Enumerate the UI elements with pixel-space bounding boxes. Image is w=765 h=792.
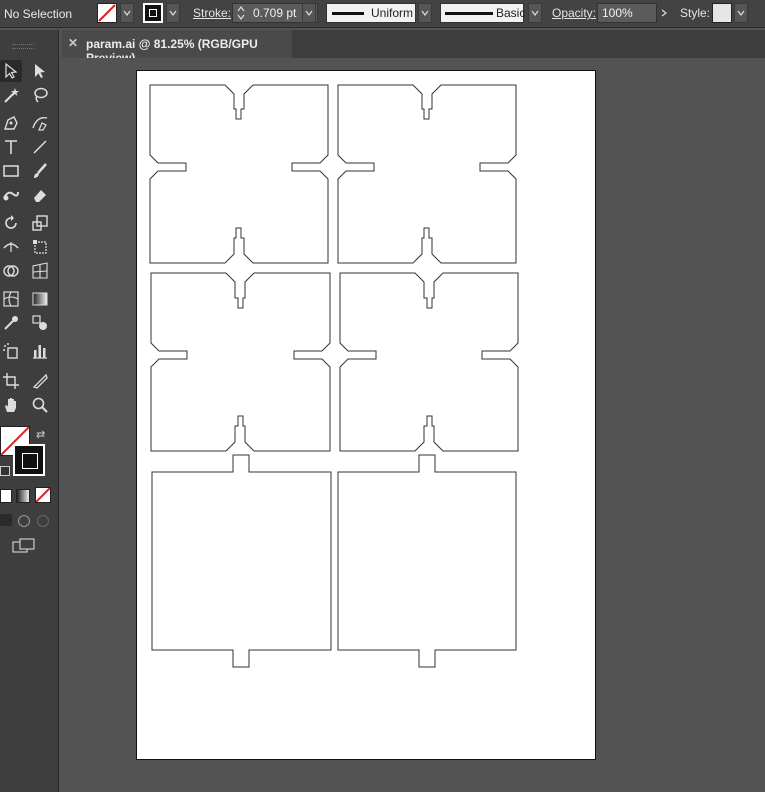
style-label: Style: [680,6,711,20]
chevron-down-icon [123,10,131,16]
scale-tool-icon[interactable] [29,212,51,234]
magic-wand-tool-icon[interactable] [0,84,22,106]
style-dropdown[interactable] [734,3,748,23]
tab-piece-4[interactable] [339,272,519,452]
document-tab-bar: ✕ param.ai @ 81.25% (RGB/GPU Preview) [62,30,765,65]
stroke-dropdown[interactable] [166,3,180,23]
hand-tool-icon[interactable] [0,394,22,416]
fill-dropdown[interactable] [120,3,134,23]
line-segment-tool-icon[interactable] [29,136,51,158]
screen-mode-icon[interactable] [12,538,36,554]
perspective-grid-tool-icon[interactable] [29,260,51,282]
column-graph-tool-icon[interactable] [29,340,51,362]
artboard[interactable] [136,70,596,760]
type-tool-icon[interactable] [0,136,22,158]
gradient-tool-icon[interactable] [29,288,51,310]
swap-fill-stroke-icon[interactable]: ⇄ [36,428,45,441]
graphic-style-swatch[interactable] [712,3,732,23]
tab-piece-2[interactable] [337,84,517,264]
symbol-sprayer-tool-icon[interactable] [0,340,22,362]
zoom-tool-icon[interactable] [29,394,51,416]
color-mode-button[interactable] [0,489,12,503]
none-slash-icon [35,487,51,503]
draw-normal-icon[interactable] [0,514,12,526]
rotate-tool-icon[interactable] [0,212,22,234]
document-tab[interactable]: ✕ param.ai @ 81.25% (RGB/GPU Preview) [62,30,292,65]
gradient-mode-button[interactable] [16,489,30,503]
selection-status: No Selection [4,6,73,21]
plain-piece-1[interactable] [151,454,332,668]
none-mode-button[interactable] [35,487,51,503]
stroke-color-box[interactable] [13,444,45,476]
profile-dropdown[interactable] [418,3,432,23]
chevron-down-icon [737,10,745,16]
paintbrush-tool-icon[interactable] [29,160,51,182]
tab-piece-3[interactable] [150,272,331,452]
chevron-down-icon [421,10,429,16]
fill-none-swatch[interactable] [97,3,117,23]
stroke-swatch[interactable] [143,3,163,23]
selection-tool-icon[interactable] [0,60,22,82]
default-fill-stroke-icon[interactable] [0,466,10,476]
shape-builder-tool-icon[interactable] [0,260,22,282]
width-tool-icon[interactable] [0,236,22,258]
stroke-label[interactable]: Stroke: [193,0,231,27]
brush-label: Basic [496,6,526,20]
artwork[interactable] [137,71,597,761]
free-transform-tool-icon[interactable] [29,236,51,258]
opacity-field[interactable]: 100% [597,3,657,23]
plain-piece-2[interactable] [337,454,517,668]
lasso-tool-icon[interactable] [29,84,51,106]
draw-inside-icon[interactable] [37,515,49,527]
stepper-icon[interactable] [233,6,249,20]
chevron-down-icon [169,10,177,16]
chevron-right-icon [661,9,667,17]
draw-behind-icon[interactable] [18,515,30,527]
rectangle-tool-icon[interactable] [0,160,22,182]
direct-selection-tool-icon[interactable] [29,60,51,82]
tools-panel: ⇄ [0,30,59,792]
shaper-tool-icon[interactable] [0,184,22,206]
mesh-tool-icon[interactable] [0,288,22,310]
panel-grip[interactable] [12,44,34,49]
control-bar: No Selection Stroke: 0.709 pt Uniform Ba… [0,0,765,28]
none-slash-icon [98,4,116,22]
brush-dropdown[interactable] [528,3,542,23]
chevron-down-icon [305,10,313,16]
variable-width-profile[interactable]: Uniform [326,3,416,23]
opacity-flyout[interactable] [657,3,671,23]
stroke-weight-value: 0.709 pt [253,6,297,20]
eraser-tool-icon[interactable] [29,184,51,206]
profile-label: Uniform [371,6,414,20]
opacity-label[interactable]: Opacity: [552,0,596,27]
slice-tool-icon[interactable] [29,370,51,392]
chevron-down-icon [531,10,539,16]
pen-tool-icon[interactable] [0,112,22,134]
artboard-tool-icon[interactable] [0,370,22,392]
eyedropper-tool-icon[interactable] [0,312,22,334]
blend-tool-icon[interactable] [29,312,51,334]
stroke-weight-dropdown[interactable] [302,3,316,23]
curvature-tool-icon[interactable] [29,112,51,134]
close-icon[interactable]: ✕ [68,36,78,50]
tab-piece-1[interactable] [149,84,329,264]
brush-definition[interactable]: Basic [440,3,526,23]
